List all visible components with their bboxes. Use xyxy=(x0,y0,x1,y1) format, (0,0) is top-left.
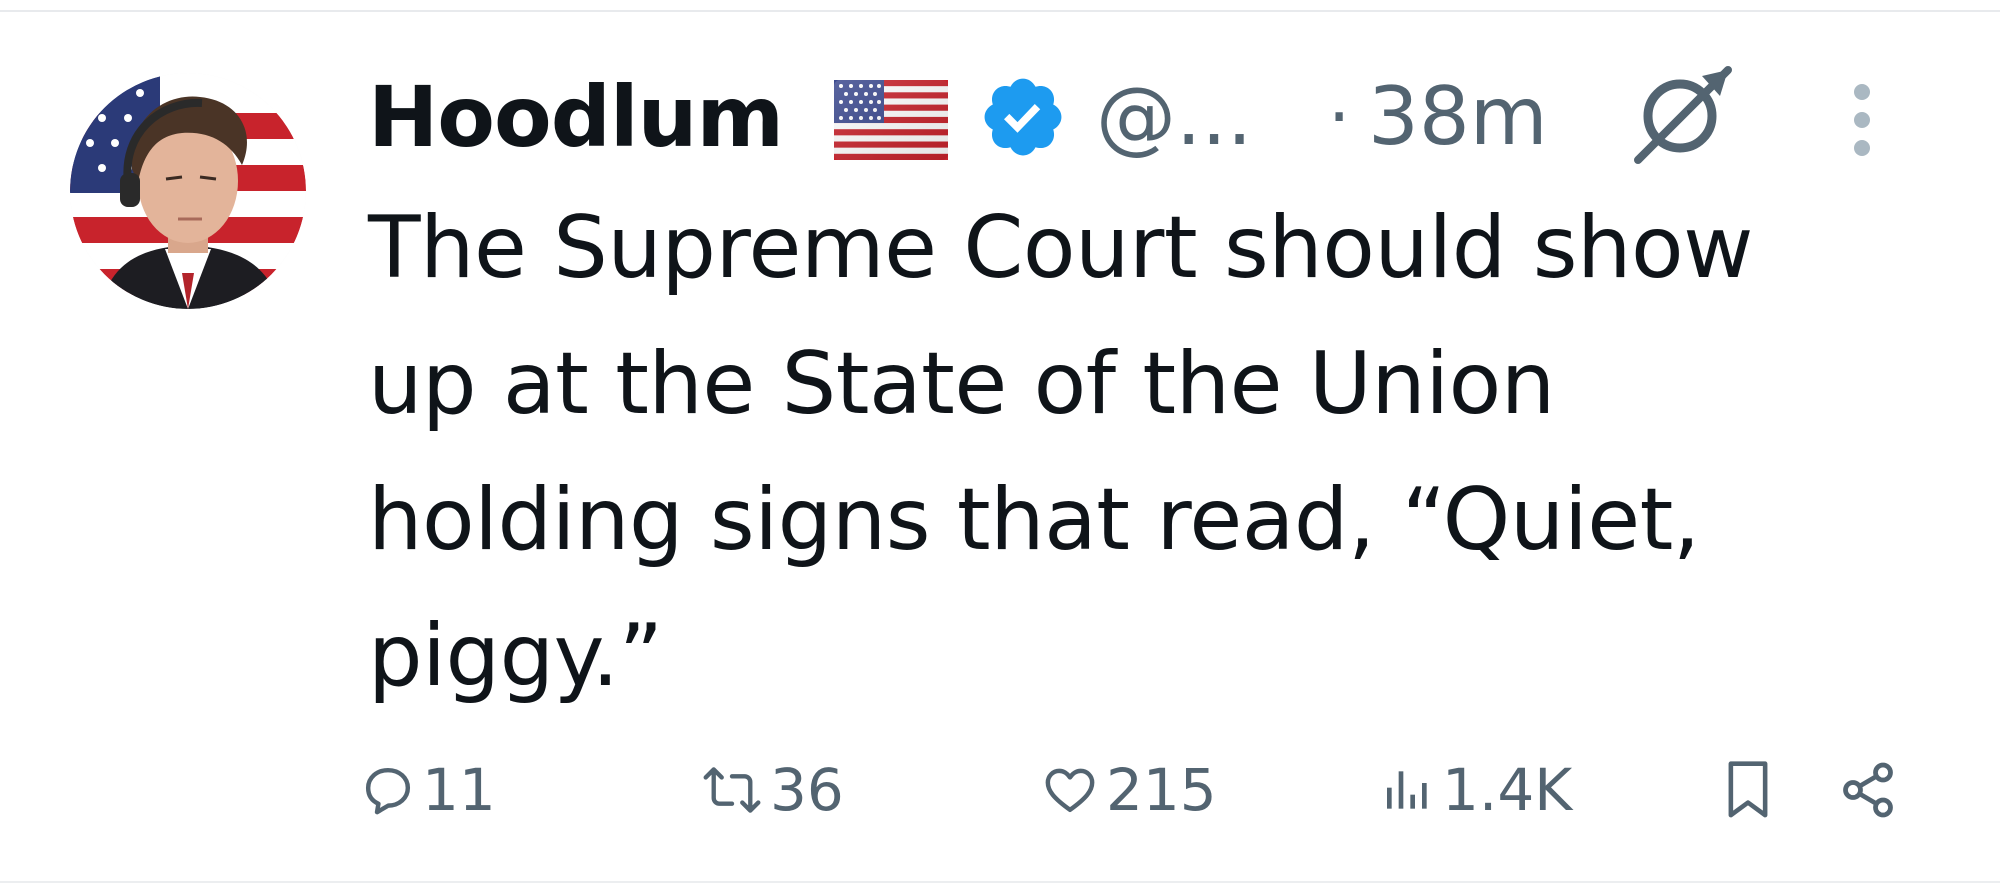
share-button[interactable] xyxy=(1838,748,1898,832)
display-name[interactable]: Hoodlum xyxy=(368,62,784,172)
more-options-icon[interactable] xyxy=(1850,82,1874,162)
bottom-divider xyxy=(0,881,2000,883)
views-chart-icon xyxy=(1387,771,1427,809)
repost-count: 36 xyxy=(770,756,844,824)
heart-icon xyxy=(1045,768,1095,813)
reply-count: 11 xyxy=(422,756,496,824)
post-text: The Supreme Court should show up at the … xyxy=(368,198,1753,706)
share-icon xyxy=(1843,762,1893,818)
bookmark-icon xyxy=(1728,761,1768,818)
views-button[interactable]: 1.4K xyxy=(1380,748,1572,832)
bookmark-button[interactable] xyxy=(1720,748,1776,832)
post-timestamp[interactable]: 38m xyxy=(1368,62,1548,172)
like-button[interactable]: 215 xyxy=(1040,748,1217,832)
author-handle[interactable]: @... xyxy=(1096,62,1252,172)
like-count: 215 xyxy=(1106,756,1217,824)
views-count: 1.4K xyxy=(1442,756,1573,824)
reply-icon xyxy=(365,767,411,815)
separator-dot: · xyxy=(1328,76,1351,158)
grok-icon[interactable] xyxy=(1632,64,1732,168)
repost-button[interactable]: 36 xyxy=(700,748,844,832)
post-header: Hoodlum @... · 38m xyxy=(368,62,1888,172)
post-card: Hoodlum @... · 38m The Supreme Court sho… xyxy=(0,0,2000,892)
repost-icon xyxy=(703,767,761,813)
action-bar: 11 36 215 1.4K xyxy=(360,748,1920,832)
avatar[interactable] xyxy=(70,73,306,309)
reply-button[interactable]: 11 xyxy=(360,748,496,832)
us-flag-icon xyxy=(834,80,948,164)
top-divider xyxy=(0,10,2000,12)
verified-badge-icon[interactable] xyxy=(978,72,1068,166)
